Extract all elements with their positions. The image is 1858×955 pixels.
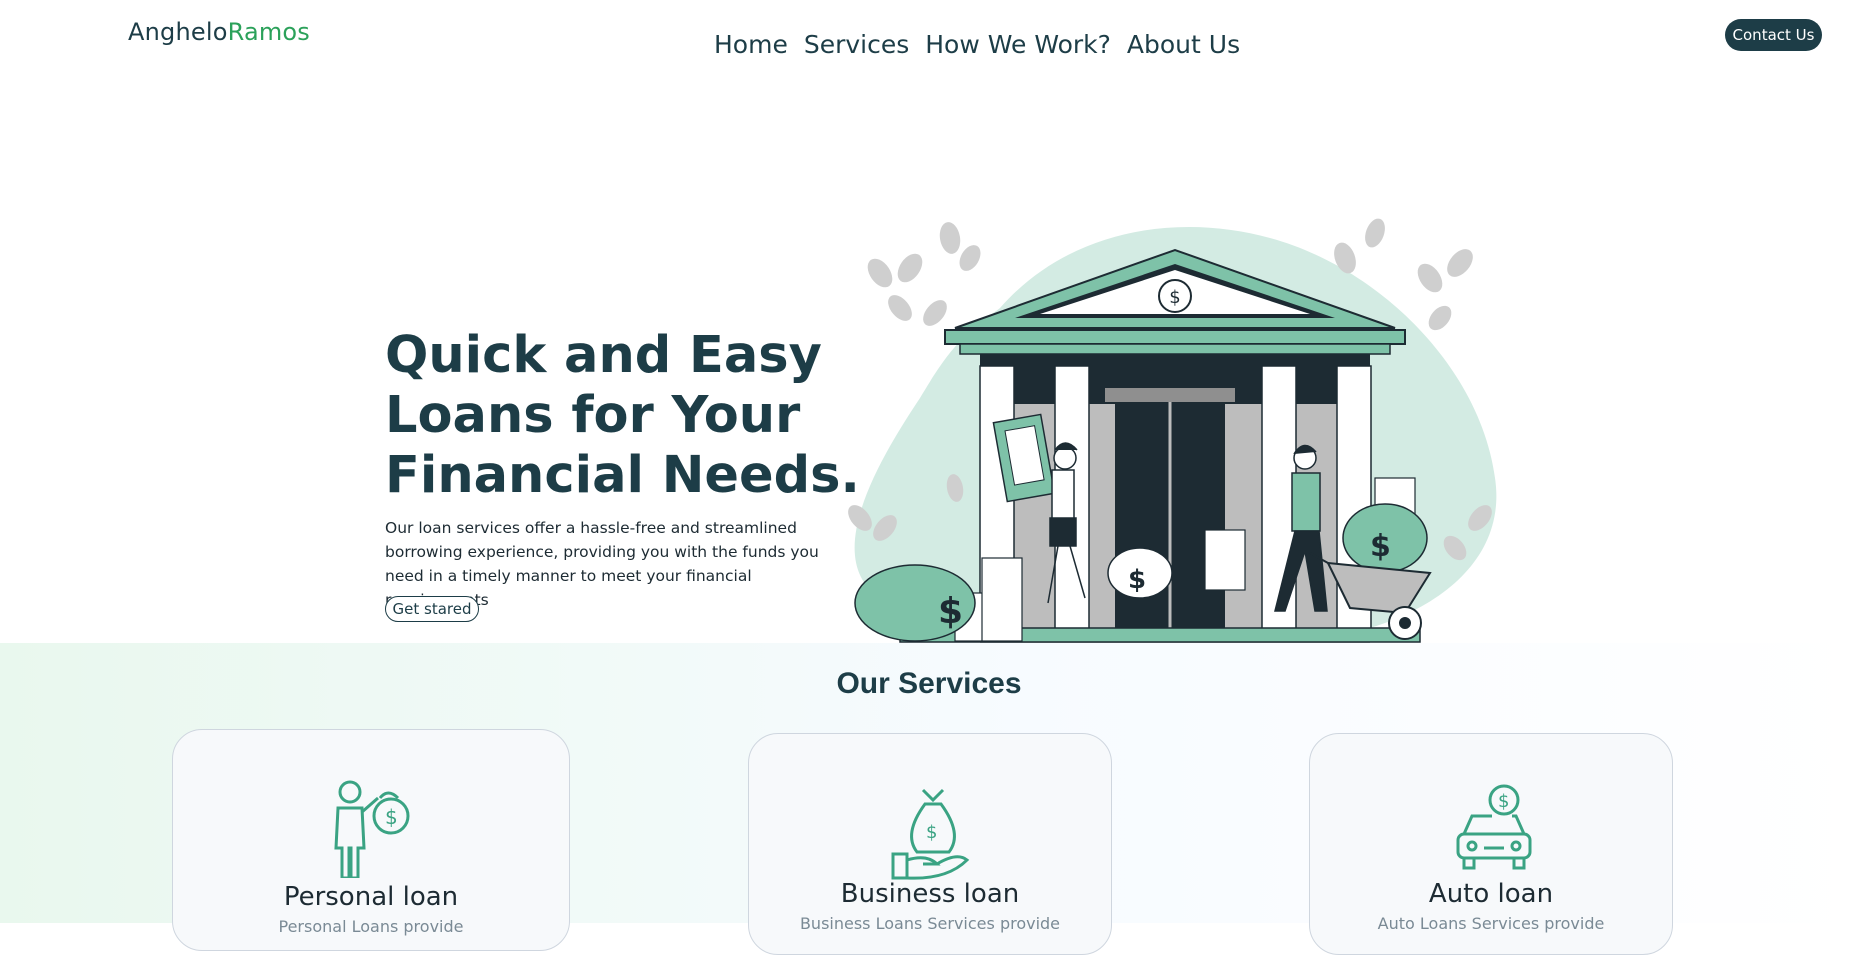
service-card-auto[interactable]: $ Auto loan Auto Loans Services provide bbox=[1309, 733, 1673, 955]
services-title: Our Services bbox=[836, 667, 1022, 700]
svg-text:$: $ bbox=[926, 822, 937, 843]
contact-us-button[interactable]: Contact Us bbox=[1725, 19, 1822, 51]
brand-logo[interactable]: AngheloRamos bbox=[128, 18, 310, 46]
person-money-bag-icon: $ bbox=[334, 780, 410, 878]
service-card-desc: Auto Loans Services provide bbox=[1377, 914, 1605, 933]
service-card-desc: Business Loans Services provide bbox=[799, 914, 1061, 933]
get-started-button[interactable]: Get stared bbox=[385, 596, 479, 622]
svg-text:$: $ bbox=[385, 805, 398, 829]
service-card-title: Auto loan bbox=[1428, 879, 1554, 909]
service-card-business[interactable]: $ Business loan Business Loans Services … bbox=[748, 733, 1112, 955]
svg-text:$: $ bbox=[1370, 529, 1391, 564]
svg-text:$: $ bbox=[938, 591, 963, 632]
svg-text:$: $ bbox=[1498, 791, 1509, 812]
brand-first: Anghelo bbox=[128, 18, 228, 46]
hand-money-bag-icon: $ bbox=[891, 788, 970, 880]
nav-item-services[interactable]: Services bbox=[804, 30, 909, 59]
svg-text:$: $ bbox=[1169, 287, 1180, 308]
service-card-title: Personal loan bbox=[283, 882, 459, 912]
service-card-personal[interactable]: $ Personal loan Personal Loans provide bbox=[172, 729, 570, 951]
brand-second: Ramos bbox=[227, 18, 311, 46]
car-dollar-icon: $ bbox=[1456, 784, 1532, 870]
nav-item-how-we-work[interactable]: How We Work? bbox=[925, 30, 1111, 59]
service-card-desc: Personal Loans provide bbox=[278, 917, 464, 936]
nav-item-about-us[interactable]: About Us bbox=[1127, 30, 1240, 59]
hero-title: Quick and Easy Loans for Your Financial … bbox=[385, 326, 860, 505]
nav-item-home[interactable]: Home bbox=[714, 30, 788, 59]
main-nav: Home Services How We Work? About Us bbox=[714, 30, 1240, 59]
bank-illustration: $ $ $ $ bbox=[848, 218, 1500, 646]
service-card-title: Business loan bbox=[840, 879, 1020, 909]
svg-text:$: $ bbox=[1128, 565, 1146, 595]
